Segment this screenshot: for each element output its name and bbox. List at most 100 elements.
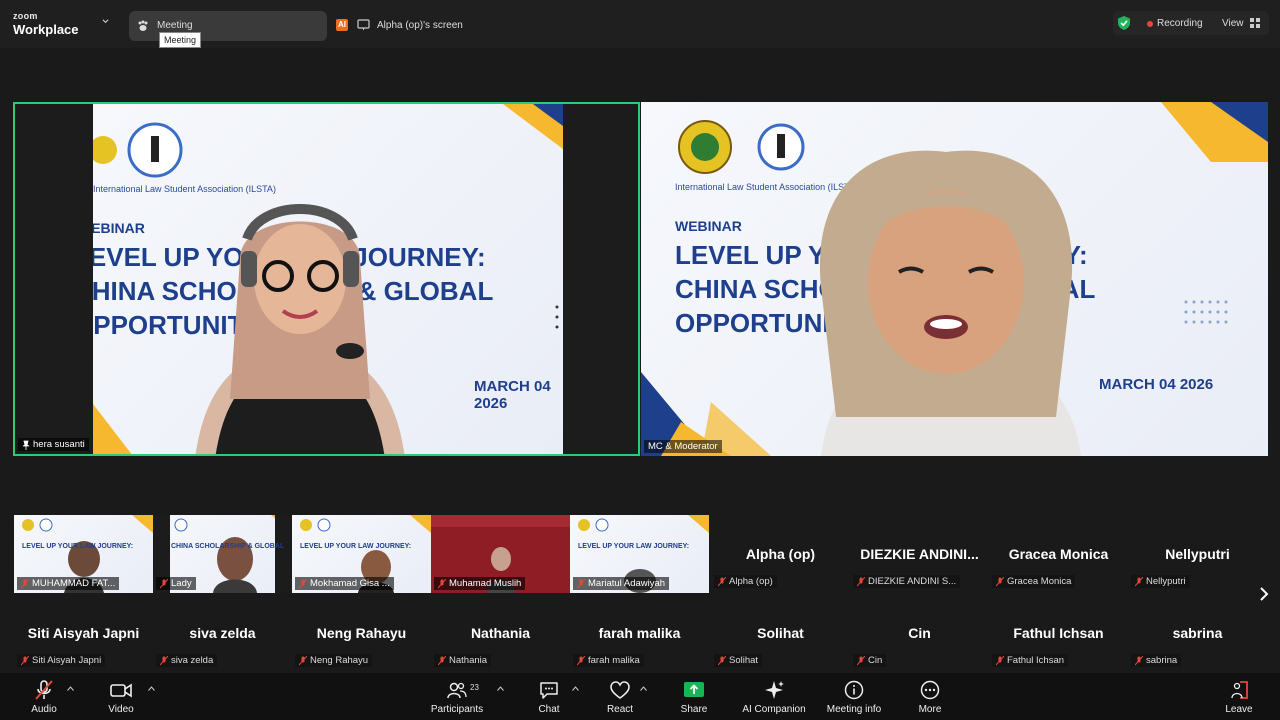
zoom-logo: zoom Workplace — [13, 11, 79, 37]
name-tag: Mokhamad Gisa ... — [295, 577, 394, 590]
name-tag: siva zelda — [156, 654, 218, 667]
name-tag: Gracea Monica — [992, 575, 1076, 588]
name-tile-title: farah malika — [598, 625, 681, 641]
name-tile-title: Gracea Monica — [1008, 546, 1109, 562]
share-button[interactable]: Share — [676, 680, 712, 715]
name-tile[interactable]: Solihat Solihat — [711, 594, 850, 672]
grid-view-icon[interactable] — [1250, 18, 1260, 28]
video-tile-hera[interactable]: International Law Student Association (I… — [13, 102, 640, 456]
name-tile[interactable]: sabrina sabrina — [1128, 594, 1267, 672]
react-button[interactable]: React — [602, 680, 638, 715]
name-tag: hera susanti — [18, 438, 89, 451]
name-tile[interactable]: Nathania Nathania — [431, 594, 570, 672]
chat-button[interactable]: Chat — [532, 680, 566, 715]
share-label: Share — [680, 704, 708, 715]
gallery-tile[interactable]: CHINA SCHOLARSHIP & GLOBAL Lady — [153, 515, 292, 593]
video-caret-icon[interactable] — [148, 686, 155, 691]
name-tag: Fathul Ichsan — [992, 654, 1069, 667]
mic-muted-icon — [718, 576, 726, 586]
name-tile[interactable]: siva zelda siva zelda — [153, 594, 292, 672]
mic-muted-icon — [21, 655, 29, 665]
shield-check-icon[interactable] — [1117, 15, 1131, 31]
recording-label[interactable]: Recording — [1157, 18, 1203, 29]
gallery-tile[interactable]: LEVEL UP YOUR LAW JOURNEY: MUHAMMAD FAT.… — [14, 515, 153, 593]
more-dots-icon — [920, 680, 940, 700]
video-button[interactable]: Video — [103, 680, 139, 715]
name-tile[interactable]: Neng Rahayu Neng Rahayu — [292, 594, 431, 672]
audio-label: Audio — [31, 704, 57, 715]
leave-label: Leave — [1225, 704, 1253, 715]
name-tag: Mariatul Adawiyah — [573, 577, 670, 590]
meeting-info-button[interactable]: Meeting info — [822, 680, 886, 715]
audio-caret-icon[interactable] — [67, 686, 74, 691]
gallery-tile[interactable]: LEVEL UP YOUR LAW JOURNEY: Mokhamad Gisa… — [292, 515, 431, 593]
heart-icon — [610, 681, 630, 699]
chat-bubble-icon — [540, 682, 558, 699]
name-tag: Alpha (op) — [714, 575, 777, 588]
brand-small: zoom — [13, 11, 38, 21]
participants-caret-icon[interactable] — [497, 686, 504, 691]
name-tile-title: Nathania — [470, 625, 531, 641]
more-button[interactable]: More — [912, 680, 948, 715]
recording-dot-icon — [1147, 21, 1153, 27]
name-tile-title: Siti Aisyah Japni — [27, 625, 140, 641]
more-label: More — [918, 704, 942, 715]
name-tag: Lady — [156, 577, 196, 590]
video-tile-moderator[interactable]: International Law Student Association (I… — [641, 102, 1268, 456]
name-tile-title: DIEZKIE ANDINI... — [860, 546, 979, 562]
name-tile[interactable]: Fathul Ichsan Fathul Ichsan — [989, 594, 1128, 672]
participant-video-moderator — [819, 150, 1081, 456]
thumb-slide-text: LEVEL UP YOUR LAW JOURNEY: — [22, 543, 134, 550]
mic-muted-icon — [35, 680, 53, 700]
ai-badge-icon[interactable]: AI — [336, 19, 348, 31]
name-tile-title: Solihat — [757, 625, 804, 641]
mic-muted-icon — [160, 655, 168, 665]
name-tag: Nellyputri — [1131, 575, 1190, 588]
mic-muted-icon — [299, 655, 307, 665]
name-tile[interactable]: Nellyputri Nellyputri — [1128, 515, 1267, 593]
meeting-tooltip: Meeting — [159, 32, 202, 48]
slide-webinar: WEBINAR — [675, 218, 742, 234]
name-tag: sabrina — [1131, 654, 1182, 667]
participant-video-hera — [195, 204, 405, 454]
gallery-tile[interactable]: LEVEL UP YOUR LAW JOURNEY: Mariatul Adaw… — [570, 515, 709, 593]
more-options-icon[interactable] — [555, 304, 559, 330]
name-tile[interactable]: Cin Cin — [850, 594, 989, 672]
view-button[interactable]: View — [1222, 18, 1244, 29]
participants-icon — [447, 682, 467, 699]
name-tile-title: siva zelda — [189, 625, 256, 641]
screen-share-icon — [357, 19, 370, 30]
name-tile-title: Fathul Ichsan — [1013, 625, 1104, 641]
name-tile[interactable]: farah malika farah malika — [570, 594, 709, 672]
gallery-tile[interactable]: Muhamad Muslih — [431, 515, 570, 593]
meeting-toolbar — [0, 673, 1280, 720]
ai-companion-label: AI Companion — [742, 704, 806, 715]
mic-muted-icon — [996, 655, 1004, 665]
name-tag: Solihat — [714, 654, 763, 667]
name-tag: MC & Moderator — [644, 440, 722, 453]
audio-button[interactable]: Audio — [26, 680, 62, 715]
react-caret-icon[interactable] — [640, 686, 647, 691]
react-label: React — [606, 704, 634, 715]
video-label: Video — [108, 704, 134, 715]
name-tile[interactable]: DIEZKIE ANDINI... DIEZKIE ANDINI S... — [850, 515, 989, 593]
ai-companion-button[interactable]: AI Companion — [740, 680, 808, 715]
chat-caret-icon[interactable] — [572, 686, 579, 691]
chat-label: Chat — [538, 704, 560, 715]
name-tile[interactable]: Siti Aisyah Japni Siti Aisyah Japni — [14, 594, 153, 672]
share-screen-icon — [684, 682, 704, 697]
name-tag: farah malika — [573, 654, 644, 667]
name-tag: Muhamad Muslih — [434, 577, 526, 590]
chevron-down-icon[interactable] — [102, 18, 109, 25]
name-tile[interactable]: Alpha (op) Alpha (op) — [711, 515, 850, 593]
name-tile-title: Alpha (op) — [745, 546, 816, 562]
name-tag: Neng Rahayu — [295, 654, 373, 667]
mic-muted-icon — [438, 655, 446, 665]
brand-name: Workplace — [13, 22, 79, 37]
screen-share-label[interactable]: Alpha (op)'s screen — [377, 20, 463, 31]
name-tile-title: Cin — [908, 625, 931, 641]
mic-muted-icon — [21, 578, 29, 588]
leave-button[interactable]: Leave — [1221, 680, 1257, 715]
name-tile[interactable]: Gracea Monica Gracea Monica — [989, 515, 1128, 593]
participants-count: 23 — [470, 683, 479, 692]
